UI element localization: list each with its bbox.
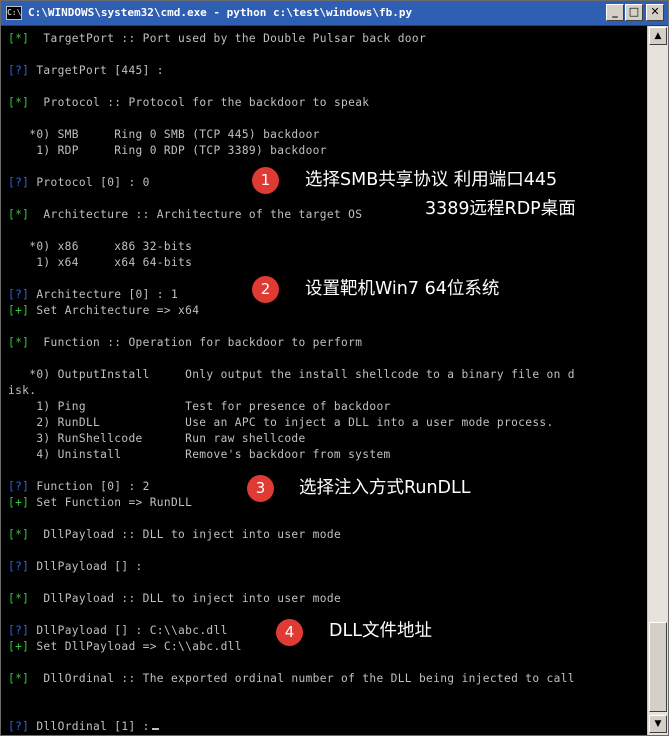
console-line-text: TargetPort [445] : xyxy=(29,64,164,77)
console-line-text: DllPayload [] : xyxy=(29,560,143,573)
console-prompt-tag: [*] xyxy=(8,32,30,45)
annotation-badge-2: 2 xyxy=(252,276,279,303)
console-prompt-tag: [*] xyxy=(8,336,30,349)
console-line-text: isk. xyxy=(8,384,37,397)
console-line-text: Architecture :: Architecture of the targ… xyxy=(29,208,363,221)
console-line-text: Architecture [0] : 1 xyxy=(29,288,179,301)
console-line-text: Function [0] : 2 xyxy=(29,480,150,493)
annotation-3-text: 选择注入方式RunDLL xyxy=(299,478,471,498)
console-line: [*] DllOrdinal :: The exported ordinal n… xyxy=(8,671,575,687)
annotation-1-text-2: 3389远程RDP桌面 xyxy=(425,199,576,219)
console-prompt-tag: [?] xyxy=(8,720,30,733)
cmd-icon: C:\ xyxy=(6,6,22,20)
console-line: 1) Ping Test for presence of backdoor xyxy=(8,399,391,415)
console-line: 2) RunDLL Use an APC to inject a DLL int… xyxy=(8,415,554,431)
console-line-text: Set Function => RunDLL xyxy=(29,496,193,509)
maximize-button[interactable]: □ xyxy=(625,4,643,21)
annotation-badge-1: 1 xyxy=(252,167,279,194)
console-prompt-tag: [*] xyxy=(8,96,30,109)
cmd-window: C:\ C:\WINDOWS\system32\cmd.exe - python… xyxy=(0,0,669,736)
annotation-1-text: 选择SMB共享协议 利用端口445 xyxy=(305,170,558,190)
console-line: [*] TargetPort :: Port used by the Doubl… xyxy=(8,31,426,47)
console-line-text: Set Architecture => x64 xyxy=(29,304,200,317)
console-line-text: DllOrdinal [1] : xyxy=(29,720,150,733)
console-prompt-tag: [?] xyxy=(8,560,30,573)
console-prompt-tag: [+] xyxy=(8,496,30,509)
console-line-text: 2) RunDLL Use an APC to inject a DLL int… xyxy=(8,416,554,429)
scroll-up-button[interactable]: ▲ xyxy=(649,27,667,45)
console-line: [?] TargetPort [445] : xyxy=(8,63,164,79)
console-line-text: Set DllPayload => C:\\abc.dll xyxy=(29,640,242,653)
console-prompt-tag: [+] xyxy=(8,640,30,653)
console-prompt-tag: [?] xyxy=(8,288,30,301)
title-bar[interactable]: C:\ C:\WINDOWS\system32\cmd.exe - python… xyxy=(1,1,668,26)
console-line: *0) SMB Ring 0 SMB (TCP 445) backdoor xyxy=(8,127,320,143)
console-line: [+] Set Architecture => x64 xyxy=(8,303,199,319)
console-line: *0) x86 x86 32-bits xyxy=(8,239,192,255)
console-line: [*] Architecture :: Architecture of the … xyxy=(8,207,362,223)
console-prompt-tag: [*] xyxy=(8,592,30,605)
console-line-text: DllPayload :: DLL to inject into user mo… xyxy=(29,528,342,541)
minimize-button[interactable]: _ xyxy=(606,4,624,21)
console-line-text: 1) Ping Test for presence of backdoor xyxy=(8,400,391,413)
console-line: [?] Architecture [0] : 1 xyxy=(8,287,178,303)
console-prompt-tag: [*] xyxy=(8,672,30,685)
console-line: [?] DllOrdinal [1] : xyxy=(8,719,159,735)
console-prompt-tag: [+] xyxy=(8,304,30,317)
console-line: *0) OutputInstall Only output the instal… xyxy=(8,367,575,383)
console-line: [+] Set Function => RunDLL xyxy=(8,495,192,511)
console-prompt-tag: [*] xyxy=(8,528,30,541)
annotation-2-text: 设置靶机Win7 64位系统 xyxy=(305,279,500,299)
console-prompt-tag: [*] xyxy=(8,208,30,221)
annotation-4-text: DLL文件地址 xyxy=(329,621,432,641)
console-line: [*] Function :: Operation for backdoor t… xyxy=(8,335,362,351)
console-output[interactable]: [*] TargetPort :: Port used by the Doubl… xyxy=(1,26,647,735)
console-line: [?] DllPayload [] : C:\\abc.dll xyxy=(8,623,228,639)
console-line-text: 1) RDP Ring 0 RDP (TCP 3389) backdoor xyxy=(8,144,327,157)
console-line: 1) x64 x64 64-bits xyxy=(8,255,192,271)
console-line-text: Protocol :: Protocol for the backdoor to… xyxy=(29,96,370,109)
console-line-text: DllPayload [] : C:\\abc.dll xyxy=(29,624,228,637)
console-line-text: 4) Uninstall Remove's backdoor from syst… xyxy=(8,448,391,461)
console-line: [+] Set DllPayload => C:\\abc.dll xyxy=(8,639,242,655)
console-line: [?] Protocol [0] : 0 xyxy=(8,175,150,191)
annotation-badge-3: 3 xyxy=(247,475,274,502)
scroll-down-button[interactable]: ▼ xyxy=(649,715,667,733)
close-button[interactable]: ✕ xyxy=(646,4,664,21)
console-line-text: DllPayload :: DLL to inject into user mo… xyxy=(29,592,342,605)
console-line-text: Function :: Operation for backdoor to pe… xyxy=(29,336,363,349)
console-line: [*] DllPayload :: DLL to inject into use… xyxy=(8,527,341,543)
console-line: [*] Protocol :: Protocol for the backdoo… xyxy=(8,95,369,111)
console-line: 4) Uninstall Remove's backdoor from syst… xyxy=(8,447,391,463)
console-line-text: *0) x86 x86 32-bits xyxy=(8,240,193,253)
annotation-badge-4: 4 xyxy=(276,619,303,646)
console-line-text: Protocol [0] : 0 xyxy=(29,176,150,189)
console-line: [?] DllPayload [] : xyxy=(8,559,143,575)
console-line-text: 1) x64 x64 64-bits xyxy=(8,256,193,269)
console-line: [*] DllPayload :: DLL to inject into use… xyxy=(8,591,341,607)
console-line-text: DllOrdinal :: The exported ordinal numbe… xyxy=(29,672,575,685)
vertical-scrollbar[interactable]: ▲ ▼ xyxy=(647,26,668,735)
console-prompt-tag: [?] xyxy=(8,624,30,637)
window-title: C:\WINDOWS\system32\cmd.exe - python c:\… xyxy=(28,6,413,19)
console-line-text: *0) SMB Ring 0 SMB (TCP 445) backdoor xyxy=(8,128,320,141)
console-prompt-tag: [?] xyxy=(8,64,30,77)
console-line-text: *0) OutputInstall Only output the instal… xyxy=(8,368,575,381)
console-line: isk. xyxy=(8,383,36,399)
console-prompt-tag: [?] xyxy=(8,176,30,189)
scroll-thumb[interactable] xyxy=(649,622,667,712)
console-line-text: TargetPort :: Port used by the Double Pu… xyxy=(29,32,427,45)
console-line: 3) RunShellcode Run raw shellcode xyxy=(8,431,306,447)
text-cursor xyxy=(151,728,159,730)
console-prompt-tag: [?] xyxy=(8,480,30,493)
console-line-text: 3) RunShellcode Run raw shellcode xyxy=(8,432,306,445)
console-line: 1) RDP Ring 0 RDP (TCP 3389) backdoor xyxy=(8,143,327,159)
console-line: [?] Function [0] : 2 xyxy=(8,479,150,495)
